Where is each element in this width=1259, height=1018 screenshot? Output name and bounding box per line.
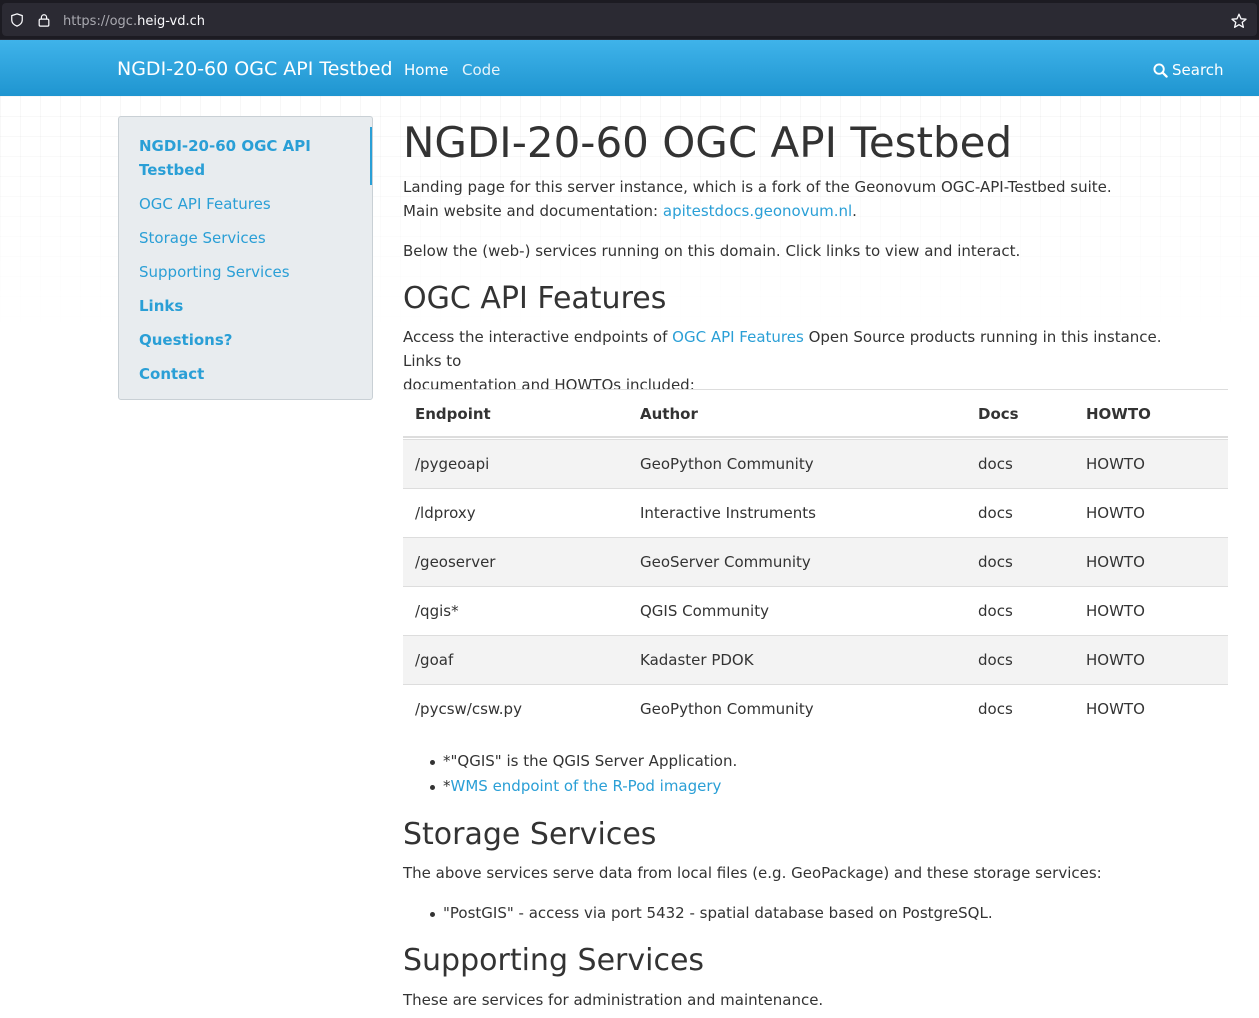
sidebar-title-line1: NGDI-20-60 OGC API [139, 137, 311, 155]
storage-services-heading: Storage Services [403, 817, 657, 852]
table-header-row: Endpoint Author Docs HOWTO [403, 389, 1228, 438]
sidebar-active-indicator [370, 127, 372, 185]
shield-icon[interactable] [10, 13, 24, 27]
author-link[interactable]: GeoPython Community [640, 700, 814, 718]
author-link[interactable]: GeoPython Community [640, 455, 814, 473]
endpoint-link[interactable]: /pygeoapi [415, 455, 489, 473]
docs-link[interactable]: docs [978, 553, 1013, 571]
list-item: *WMS endpoint of the R-Pod imagery [403, 774, 737, 799]
url-text[interactable]: https://ogc.heig-vd.ch [63, 14, 205, 29]
nav-code-link[interactable]: Code [462, 61, 500, 79]
howto-link[interactable]: HOWTO [1086, 553, 1145, 571]
features-description: Access the interactive endpoints of OGC … [403, 325, 1203, 397]
site-navbar: NGDI-20-60 OGC API Testbed Home Code Sea… [0, 40, 1259, 96]
url-host: heig-vd.ch [137, 14, 206, 29]
endpoint-link[interactable]: /qgis* [415, 602, 459, 620]
navbar-brand[interactable]: NGDI-20-60 OGC API Testbed [117, 58, 393, 80]
author-text: GeoServer Community [640, 553, 811, 571]
sidebar-toc: NGDI-20-60 OGC API Testbed OGC API Featu… [118, 116, 373, 400]
table-row: /pygeoapi GeoPython Community docs HOWTO [403, 439, 1228, 488]
docs-link[interactable]: docs [978, 504, 1013, 522]
intro-line1: Landing page for this server instance, w… [403, 178, 1112, 196]
sidebar-item-links[interactable]: Links [139, 294, 183, 318]
storage-description: The above services serve data from local… [403, 864, 1102, 882]
column-header-endpoint: Endpoint [415, 405, 491, 423]
features-text-prefix: Access the interactive endpoints of [403, 328, 673, 346]
author-text: Kadaster PDOK [640, 651, 754, 669]
sidebar-item-supporting-services[interactable]: Supporting Services [139, 260, 290, 284]
howto-link[interactable]: HOWTO [1086, 700, 1145, 718]
table-row: /ldproxy Interactive Instruments docs HO… [403, 488, 1228, 537]
url-bar[interactable]: https://ogc.heig-vd.ch [2, 3, 1257, 36]
qgis-footnote: *"QGIS" is the QGIS Server Application. [443, 752, 738, 770]
column-header-docs: Docs [978, 405, 1019, 423]
endpoint-link[interactable]: /ldproxy [415, 504, 476, 522]
sidebar-item-title[interactable]: NGDI-20-60 OGC API Testbed [139, 134, 311, 182]
ogc-api-features-heading: OGC API Features [403, 281, 667, 316]
column-header-howto: HOWTO [1086, 405, 1151, 423]
browser-toolbar: https://ogc.heig-vd.ch [0, 0, 1259, 40]
docs-link[interactable]: docs [978, 651, 1013, 669]
services-note: Below the (web-) services running on thi… [403, 242, 1021, 260]
nav-home-link[interactable]: Home [404, 61, 448, 79]
author-text: Interactive Instruments [640, 504, 816, 522]
bookmark-star-icon[interactable] [1231, 13, 1247, 29]
table-row: /goaf Kadaster PDOK docs HOWTO [403, 635, 1228, 684]
search-icon [1153, 62, 1168, 78]
howto-link[interactable]: HOWTO [1086, 602, 1145, 620]
docs-link[interactable]: docs [978, 602, 1013, 620]
endpoint-link[interactable]: /geoserver [415, 553, 495, 571]
search-label: Search [1172, 61, 1224, 79]
intro-line2-prefix: Main website and documentation: [403, 202, 663, 220]
supporting-description: These are services for administration an… [403, 991, 824, 1009]
docs-link[interactable]: docs [978, 700, 1013, 718]
storage-list: "PostGIS" - access via port 5432 - spati… [403, 901, 993, 926]
howto-link[interactable]: HOWTO [1086, 504, 1145, 522]
list-item: "PostGIS" - access via port 5432 - spati… [403, 901, 993, 926]
page-title: NGDI-20-60 OGC API Testbed [403, 118, 1013, 167]
intro-paragraph: Landing page for this server instance, w… [403, 175, 1112, 223]
list-item: *"QGIS" is the QGIS Server Application. [403, 749, 737, 774]
intro-line2-suffix: . [852, 202, 857, 220]
howto-link[interactable]: HOWTO [1086, 455, 1145, 473]
apitestdocs-link[interactable]: apitestdocs.geonovum.nl [663, 202, 852, 220]
sidebar-item-questions[interactable]: Questions? [139, 328, 232, 352]
search-button[interactable]: Search [1153, 61, 1224, 79]
docs-link[interactable]: docs [978, 455, 1013, 473]
table-row: /geoserver GeoServer Community docs HOWT… [403, 537, 1228, 586]
sidebar-item-storage-services[interactable]: Storage Services [139, 226, 266, 250]
supporting-services-heading: Supporting Services [403, 943, 705, 978]
sidebar-title-line2: Testbed [139, 161, 206, 179]
sidebar-item-contact[interactable]: Contact [139, 362, 204, 386]
lock-icon[interactable] [37, 13, 51, 27]
ogc-api-features-link[interactable]: OGC API Features [672, 328, 804, 346]
wms-rpod-link[interactable]: WMS endpoint of the R-Pod imagery [451, 777, 722, 795]
table-row: /qgis* QGIS Community docs HOWTO [403, 586, 1228, 635]
table-row: /pycsw/csw.py GeoPython Community docs H… [403, 684, 1228, 733]
howto-link[interactable]: HOWTO [1086, 651, 1145, 669]
url-scheme: https://ogc. [63, 14, 138, 29]
wms-footnote-prefix: * [443, 777, 451, 795]
endpoint-link[interactable]: /pycsw/csw.py [415, 700, 522, 718]
features-footnotes: *"QGIS" is the QGIS Server Application. … [403, 749, 737, 799]
endpoint-link[interactable]: /goaf [415, 651, 453, 669]
column-header-author: Author [640, 405, 698, 423]
author-text: QGIS Community [640, 602, 769, 620]
sidebar-item-ogc-api-features[interactable]: OGC API Features [139, 192, 271, 216]
postgis-item: "PostGIS" - access via port 5432 - spati… [443, 904, 993, 922]
